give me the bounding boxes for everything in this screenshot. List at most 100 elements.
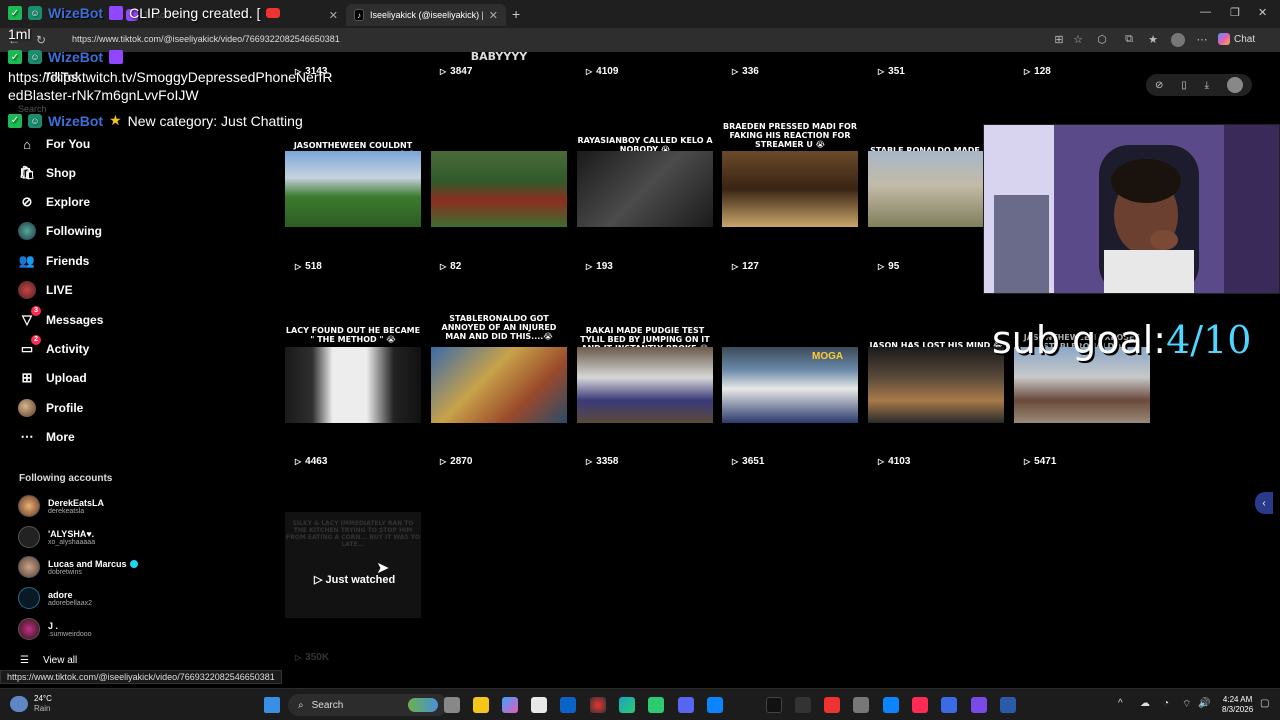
copilot-chat-button[interactable]: Chat: [1218, 33, 1255, 45]
volume-icon[interactable]: 🔊: [1198, 698, 1210, 709]
video-thumbnail[interactable]: [577, 347, 713, 423]
nav-friends[interactable]: 👥 Friends: [18, 250, 89, 272]
edge-icon[interactable]: [619, 697, 635, 713]
chrome-icon[interactable]: [590, 697, 606, 713]
device-icon[interactable]: ▯: [1181, 80, 1187, 91]
nav-shop[interactable]: 🛍 Shop: [18, 162, 76, 184]
play-icon: ▷: [440, 457, 447, 466]
address-bar: ← ↻ https://www.tiktok.com/@iseeliyakick…: [0, 28, 1280, 52]
app-icon[interactable]: [648, 697, 664, 713]
view-count-text: 518: [305, 261, 322, 272]
outlook-icon[interactable]: [560, 697, 576, 713]
menu-icon[interactable]: ⋯: [1195, 33, 1209, 47]
chevron-up-icon[interactable]: ^: [1118, 698, 1123, 709]
sidebar: Search ⌂ For You 🛍 Shop ⊘ Explore Following…: [0, 52, 270, 680]
extensions-icon[interactable]: ⬡: [1095, 33, 1109, 47]
app-icon[interactable]: [1000, 697, 1016, 713]
video-thumbnail[interactable]: [431, 347, 567, 423]
discord-icon[interactable]: [678, 697, 694, 713]
favorites-bar-icon[interactable]: ★: [1146, 33, 1160, 47]
app-icon[interactable]: [883, 697, 899, 713]
url-field[interactable]: https://www.tiktok.com/@iseeliyakick/vid…: [58, 31, 1048, 49]
nav-explore[interactable]: ⊘ Explore: [18, 191, 90, 213]
bot-icon: ☺: [28, 6, 42, 20]
avatar: [18, 526, 40, 548]
chevron-left-icon[interactable]: ‹: [1255, 492, 1273, 514]
youtube-icon[interactable]: [824, 697, 840, 713]
video-thumbnail[interactable]: [577, 151, 713, 227]
nav-activity[interactable]: ▭ 2 Activity: [18, 335, 89, 360]
clock[interactable]: 4:24 AM 8/3/2026: [1222, 695, 1253, 715]
maximize-icon[interactable]: ❐: [1230, 6, 1240, 19]
overlay-clip-line: ✓ ☺ WizeBot CLIP being created. [: [8, 5, 281, 21]
close-icon[interactable]: ✕: [329, 9, 338, 22]
record-icon: [266, 8, 281, 18]
avatar[interactable]: [1227, 77, 1243, 93]
nav-more[interactable]: ⋯ More: [18, 426, 75, 448]
nav-profile[interactable]: Profile: [18, 397, 83, 419]
just-watched-thumbnail[interactable]: SILKY & LACY IMMEDIATELY RAN TO THE KITC…: [285, 512, 421, 618]
view-count: ▷ 518: [295, 261, 322, 272]
app-icon[interactable]: [941, 697, 957, 713]
account-item[interactable]: J . .sumweirdooo: [18, 616, 92, 642]
view-count: ▷ 3651: [732, 456, 764, 467]
weather-widget[interactable]: 24°C Rain: [10, 694, 52, 714]
bot-name: WizeBot: [48, 49, 104, 65]
profile-avatar[interactable]: [1171, 33, 1185, 47]
nav-following[interactable]: Following: [18, 220, 102, 242]
account-item[interactable]: Lucas and Marcus dobretwins: [18, 554, 138, 580]
account-item[interactable]: adore adorebellaax2: [18, 585, 92, 611]
obs-icon[interactable]: [795, 697, 811, 713]
view-all-link[interactable]: ☰ View all: [20, 655, 77, 666]
refresh-icon[interactable]: ↻: [36, 33, 46, 47]
file-explorer-icon[interactable]: [473, 697, 489, 713]
app-icon[interactable]: [707, 697, 723, 713]
avatar: [18, 495, 40, 517]
clip-text: CLIP being created. [: [129, 5, 261, 21]
minimize-icon[interactable]: —: [1200, 6, 1211, 18]
new-tab-button[interactable]: +: [512, 6, 520, 22]
task-view-icon[interactable]: [444, 697, 460, 713]
window-close-icon[interactable]: ✕: [1258, 6, 1267, 19]
download-icon[interactable]: ⤓: [1205, 80, 1209, 91]
app-icon[interactable]: [971, 697, 987, 713]
app-icon[interactable]: [766, 697, 782, 713]
video-thumbnail[interactable]: [285, 151, 421, 227]
copilot-app-icon[interactable]: [502, 697, 518, 713]
notifications-icon[interactable]: ▢: [1260, 698, 1269, 709]
tab-tiktok[interactable]: ♪ Iseeliyakick (@iseeliyakick) | TikTok …: [346, 4, 506, 26]
tiktok-app-icon[interactable]: [912, 697, 928, 713]
video-thumbnail[interactable]: [722, 151, 858, 227]
taskbar-search[interactable]: ⌕ Search: [288, 694, 448, 716]
nav-label: LIVE: [46, 283, 73, 297]
start-icon[interactable]: [264, 697, 280, 713]
account-item[interactable]: 'ALYSHA♥. xo_alyshaaaaa: [18, 524, 95, 550]
video-thumbnail[interactable]: [868, 151, 983, 227]
twitch-icon: [109, 50, 124, 64]
account-handle: .sumweirdooo: [48, 630, 92, 638]
favorite-icon[interactable]: ☆: [1071, 33, 1085, 47]
close-icon[interactable]: ✕: [489, 9, 498, 22]
video-thumbnail[interactable]: [431, 151, 567, 227]
nav-for-you[interactable]: ⌂ For You: [18, 133, 90, 155]
video-thumbnail[interactable]: [285, 347, 421, 423]
overlay-clip-url: https://clips.twitch.tv/SmoggyDepressedP…: [8, 69, 333, 103]
store-icon[interactable]: [531, 697, 547, 713]
cloud-icon[interactable]: ☁: [1140, 698, 1150, 709]
compass-icon[interactable]: ⊘: [1155, 80, 1163, 91]
nav-upload[interactable]: ⊞ Upload: [18, 367, 87, 389]
nav-live[interactable]: LIVE: [18, 279, 73, 301]
app-icon[interactable]: [853, 697, 869, 713]
apps-icon[interactable]: ⊞: [1052, 33, 1066, 47]
account-item[interactable]: DerekEatsLA derekeatsla: [18, 493, 104, 519]
video-thumbnail[interactable]: [868, 347, 1004, 423]
nav-messages[interactable]: ▽ 3 Messages: [18, 306, 103, 331]
wifi-icon[interactable]: ⌔: [1182, 698, 1191, 711]
video-thumbnail[interactable]: MOGA: [722, 347, 858, 423]
play-icon: ▷: [586, 67, 593, 76]
activity-icon: ▭ 2: [18, 335, 41, 358]
play-icon: ▷: [440, 262, 447, 271]
live-icon: [18, 281, 36, 299]
network-icon[interactable]: ◔: [1163, 698, 1169, 709]
split-icon[interactable]: ⧉: [1122, 33, 1136, 47]
